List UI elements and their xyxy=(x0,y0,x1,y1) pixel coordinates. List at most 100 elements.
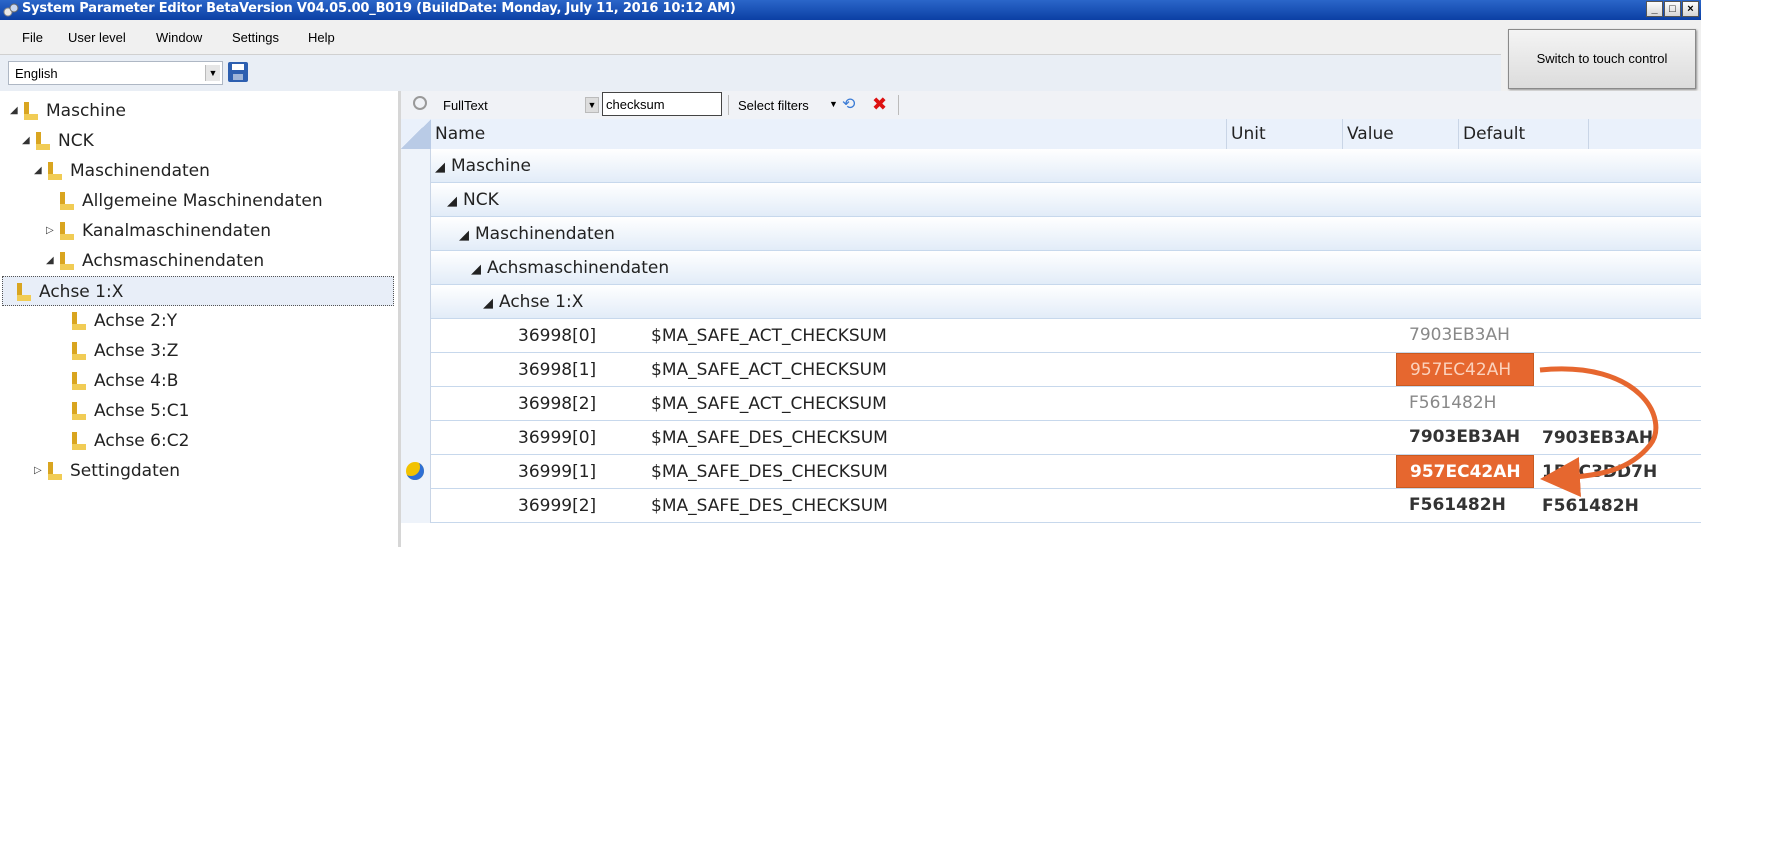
expanded-triangle-icon[interactable]: ◢ xyxy=(447,194,457,209)
filter-mode-select[interactable]: FullText xyxy=(437,94,597,116)
param-value[interactable]: 957EC42AH xyxy=(1396,455,1534,488)
table-row[interactable]: 36998[0] $MA_SAFE_ACT_CHECKSUM 7903EB3AH xyxy=(401,319,1701,353)
refresh-icon[interactable]: ⟲ xyxy=(842,96,864,114)
group-row[interactable]: ◢ Achse 1:X xyxy=(401,285,1701,319)
menu-help[interactable]: Help xyxy=(308,30,335,45)
param-value[interactable]: 7903EB3AH xyxy=(1396,319,1534,352)
column-header-name[interactable]: Name xyxy=(431,119,1227,149)
param-value[interactable]: 957EC42AH xyxy=(1396,353,1534,386)
group-row[interactable]: ◢ NCK xyxy=(401,183,1701,217)
param-value[interactable]: 7903EB3AH xyxy=(1396,421,1534,454)
column-header-default[interactable]: Default xyxy=(1459,119,1589,149)
tree-item[interactable]: Achse 3:Z xyxy=(58,336,178,366)
table-row[interactable]: 36999[0] $MA_SAFE_DES_CHECKSUM 7903EB3AH 79… xyxy=(401,421,1701,455)
tree-item[interactable]: ◢ NCK xyxy=(22,126,94,156)
menu-settings[interactable]: Settings xyxy=(232,30,279,45)
tree-item[interactable]: ◢ Achsmaschinendaten xyxy=(46,246,264,276)
clear-filter-icon[interactable]: ✖ xyxy=(872,94,892,114)
menu-window[interactable]: Window xyxy=(156,30,202,45)
toolbar-divider xyxy=(728,95,729,115)
param-default: 1B4C3DD7H xyxy=(1542,462,1658,482)
param-value[interactable]: F561482H xyxy=(1396,489,1534,522)
collapsed-triangle-icon[interactable]: ▷ xyxy=(46,216,60,246)
tree-item[interactable]: Achse 4:B xyxy=(58,366,178,396)
folder-icon xyxy=(72,432,86,450)
folder-icon xyxy=(72,372,86,390)
column-header-value[interactable]: Value xyxy=(1343,119,1459,149)
select-filters-button[interactable]: Select filters xyxy=(738,98,809,113)
param-name: $MA_SAFE_DES_CHECKSUM xyxy=(651,496,888,516)
param-name: $MA_SAFE_ACT_CHECKSUM xyxy=(651,394,887,414)
row-header[interactable] xyxy=(401,285,431,319)
row-header[interactable] xyxy=(401,489,431,523)
expanded-triangle-icon[interactable]: ◢ xyxy=(46,246,60,276)
language-select[interactable]: English ▼ xyxy=(8,61,223,85)
param-id: 36999[2] xyxy=(518,496,597,516)
tree-item[interactable]: Achse 5:C1 xyxy=(58,396,189,426)
expanded-triangle-icon[interactable]: ◢ xyxy=(22,126,36,156)
group-label[interactable]: ◢ Maschinendaten xyxy=(459,224,615,244)
group-label-text: Maschine xyxy=(451,156,532,176)
expanded-triangle-icon[interactable]: ◢ xyxy=(34,156,48,186)
expanded-triangle-icon[interactable]: ◢ xyxy=(471,262,481,277)
search-input[interactable] xyxy=(602,92,722,116)
group-label[interactable]: ◢ Achsmaschinendaten xyxy=(471,258,669,278)
tree-item[interactable]: Achse 2:Y xyxy=(58,306,177,336)
menu-file[interactable]: File xyxy=(22,30,43,45)
column-header-unit[interactable]: Unit xyxy=(1227,119,1343,149)
table-row[interactable]: 36998[2] $MA_SAFE_ACT_CHECKSUM F561482H xyxy=(401,387,1701,421)
switch-to-touch-button[interactable]: Switch to touch control xyxy=(1508,29,1696,89)
row-header[interactable] xyxy=(401,353,431,387)
group-row[interactable]: ◢ Maschinendaten xyxy=(401,217,1701,251)
language-value: English xyxy=(15,66,58,81)
save-icon[interactable] xyxy=(228,62,248,82)
group-label[interactable]: ◢ Achse 1:X xyxy=(483,292,583,312)
close-button[interactable]: × xyxy=(1682,1,1699,17)
folder-icon xyxy=(72,312,86,330)
row-header[interactable] xyxy=(401,319,431,353)
chevron-down-icon[interactable]: ▼ xyxy=(829,99,838,109)
row-header[interactable] xyxy=(401,217,431,251)
expanded-triangle-icon[interactable]: ◢ xyxy=(459,228,469,243)
tree-item[interactable]: ▷ Settingdaten xyxy=(34,456,180,486)
table-row[interactable]: 36999[1] $MA_SAFE_DES_CHECKSUM 957EC42AH 1B… xyxy=(401,455,1701,489)
grid-header: Name Unit Value Default xyxy=(401,119,1701,150)
row-header[interactable] xyxy=(401,251,431,285)
tree-item-label: Maschine xyxy=(46,101,127,121)
row-header[interactable] xyxy=(401,387,431,421)
folder-icon xyxy=(72,342,86,360)
tree-item[interactable]: Allgemeine Maschinendaten xyxy=(46,186,323,216)
row-header[interactable] xyxy=(401,455,431,489)
menu-user-level[interactable]: User level xyxy=(68,30,126,45)
row-header[interactable] xyxy=(401,149,431,183)
select-all-corner[interactable] xyxy=(401,119,431,149)
folder-icon xyxy=(60,222,74,240)
minimize-button[interactable]: _ xyxy=(1646,1,1663,17)
expanded-triangle-icon[interactable]: ◢ xyxy=(435,160,445,175)
chevron-down-icon[interactable]: ▼ xyxy=(205,65,220,81)
table-row[interactable]: 36999[2] $MA_SAFE_DES_CHECKSUM F561482H F56… xyxy=(401,489,1701,523)
row-header[interactable] xyxy=(401,183,431,217)
group-label[interactable]: ◢ Maschine xyxy=(435,156,531,176)
row-header[interactable] xyxy=(401,421,431,455)
param-name: $MA_SAFE_ACT_CHECKSUM xyxy=(651,326,887,346)
group-label[interactable]: ◢ NCK xyxy=(447,190,499,210)
maximize-button[interactable]: □ xyxy=(1664,1,1681,17)
tree-item[interactable]: Achse 6:C2 xyxy=(58,426,189,456)
chevron-down-icon[interactable]: ▼ xyxy=(585,97,599,113)
tree-item[interactable]: Achse 1:X xyxy=(2,276,394,306)
tree-item[interactable]: ▷ Kanalmaschinendaten xyxy=(46,216,271,246)
group-row[interactable]: ◢ Achsmaschinendaten xyxy=(401,251,1701,285)
table-row[interactable]: 36998[1] $MA_SAFE_ACT_CHECKSUM 957EC42AH xyxy=(401,353,1701,387)
expanded-triangle-icon[interactable]: ◢ xyxy=(483,296,493,311)
folder-icon xyxy=(17,283,31,301)
filter-toolbar: FullText ▼ Select filters ▼ ⟲ ✖ xyxy=(401,91,1701,120)
tree-item[interactable]: ◢ Maschinendaten xyxy=(34,156,210,186)
tree-item-label: Achse 4:B xyxy=(94,371,179,391)
tree-item[interactable]: ◢ Maschine xyxy=(10,96,126,126)
parameter-tree: ◢ Maschine ◢ NCK ◢ Maschinendaten Allgemeine M… xyxy=(0,91,401,547)
group-row[interactable]: ◢ Maschine xyxy=(401,149,1701,183)
param-value[interactable]: F561482H xyxy=(1396,387,1534,420)
expanded-triangle-icon[interactable]: ◢ xyxy=(10,96,24,126)
collapsed-triangle-icon[interactable]: ▷ xyxy=(34,456,48,486)
